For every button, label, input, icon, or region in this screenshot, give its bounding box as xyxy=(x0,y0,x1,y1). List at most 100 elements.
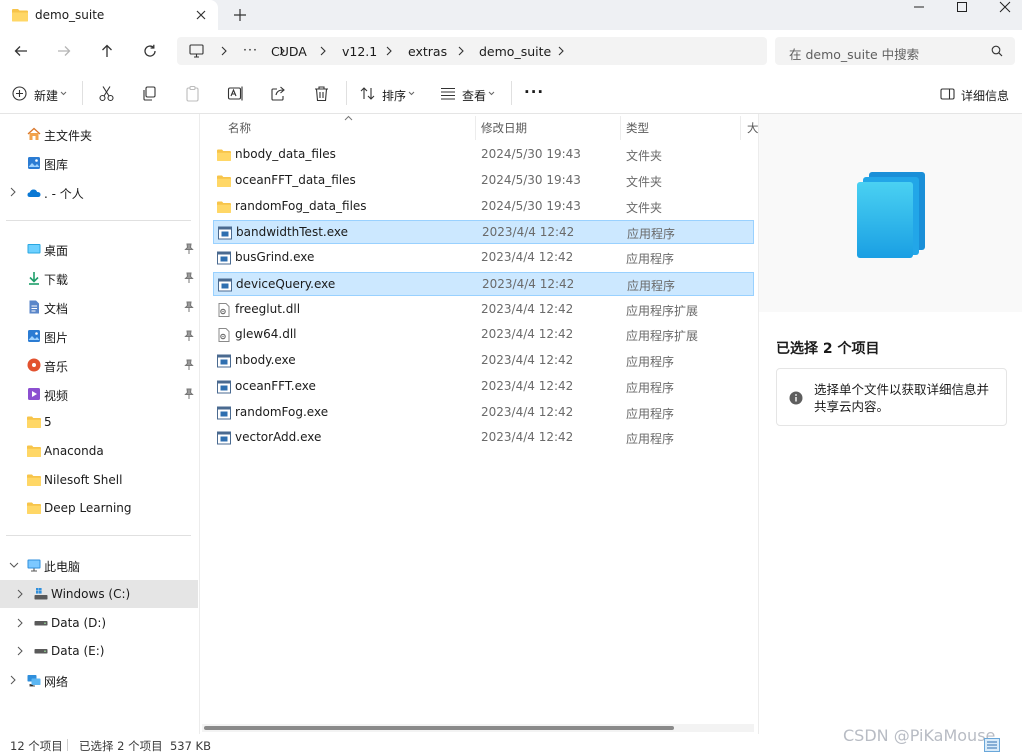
chevron-right-icon[interactable] xyxy=(16,589,24,599)
rename-icon[interactable] xyxy=(227,85,244,102)
sidebar-item-pictures[interactable]: 图片 xyxy=(0,322,198,350)
sidebar-item-desktop[interactable]: 桌面 xyxy=(0,235,198,263)
column-divider[interactable] xyxy=(620,116,621,140)
chevron-right-icon xyxy=(458,46,464,56)
file-row[interactable]: oceanFFT_data_files 2024/5/30 19:43 文件夹 xyxy=(213,169,754,193)
details-view-icon[interactable] xyxy=(984,738,1000,752)
chevron-right-icon[interactable] xyxy=(16,618,24,628)
file-row[interactable]: bandwidthTest.exe 2023/4/4 12:42 应用程序 xyxy=(213,220,754,244)
close-window-icon[interactable] xyxy=(988,0,1022,14)
monitor-icon xyxy=(189,44,204,58)
breadcrumb-overflow[interactable]: ··· xyxy=(243,42,258,57)
file-type: 应用程序 xyxy=(626,252,675,266)
maximize-icon[interactable] xyxy=(945,0,979,14)
file-row[interactable]: busGrind.exe 2023/4/4 12:42 应用程序 xyxy=(213,246,754,270)
chevron-right-icon xyxy=(386,46,392,56)
pin-icon[interactable] xyxy=(184,272,194,284)
pin-icon[interactable] xyxy=(184,301,194,313)
view-button[interactable]: 查看 xyxy=(436,78,502,108)
details-pane-button[interactable]: 详细信息 xyxy=(936,78,1016,108)
chevron-right-icon[interactable] xyxy=(557,46,565,56)
scrollbar-thumb[interactable] xyxy=(204,726,674,730)
file-row[interactable]: freeglut.dll 2023/4/4 12:42 应用程序扩展 xyxy=(213,298,754,322)
file-row[interactable]: randomFog.exe 2023/4/4 12:42 应用程序 xyxy=(213,401,754,425)
sidebar-item-network[interactable]: 网络 xyxy=(0,666,198,694)
horizontal-scrollbar[interactable] xyxy=(202,724,754,732)
new-tab-icon[interactable] xyxy=(232,7,248,23)
sidebar-item-anaconda[interactable]: Anaconda xyxy=(0,437,198,465)
column-divider[interactable] xyxy=(740,116,741,140)
sidebar-item-documents[interactable]: 文档 xyxy=(0,293,198,321)
column-header-date[interactable]: 修改日期 xyxy=(481,120,527,136)
chevron-right-icon[interactable] xyxy=(9,187,17,197)
pin-icon[interactable] xyxy=(184,330,194,342)
sidebar-item-label: Deep Learning xyxy=(44,501,132,515)
pin-icon[interactable] xyxy=(184,359,194,371)
sidebar-item-drive-c[interactable]: Windows (C:) xyxy=(0,580,198,608)
selection-title: 已选择 2 个项目 xyxy=(776,341,880,357)
chevron-right-icon[interactable] xyxy=(9,675,17,685)
chevron-right-icon[interactable] xyxy=(16,646,24,656)
more-options-button[interactable]: ··· xyxy=(524,83,544,101)
file-date: 2024/5/30 19:43 xyxy=(481,173,581,187)
file-type: 文件夹 xyxy=(626,175,663,189)
file-row[interactable]: glew64.dll 2023/4/4 12:42 应用程序扩展 xyxy=(213,323,754,347)
column-divider[interactable] xyxy=(475,116,476,140)
close-tab-icon[interactable] xyxy=(194,8,208,22)
back-icon[interactable] xyxy=(13,43,29,59)
file-row[interactable]: oceanFFT.exe 2023/4/4 12:42 应用程序 xyxy=(213,375,754,399)
column-header-type[interactable]: 类型 xyxy=(626,120,649,136)
sidebar-item-this-pc[interactable]: 此电脑 xyxy=(0,551,198,579)
sidebar-item-drive-e[interactable]: Data (E:) xyxy=(0,637,198,665)
sidebar-item-deep-learning[interactable]: Deep Learning xyxy=(0,494,198,522)
breadcrumb-demo-suite[interactable]: demo_suite xyxy=(479,44,551,59)
copy-icon[interactable] xyxy=(141,85,158,102)
pin-icon[interactable] xyxy=(184,243,194,255)
breadcrumb-v12-1[interactable]: v12.1 xyxy=(342,44,377,59)
breadcrumb-extras[interactable]: extras xyxy=(408,44,447,59)
sidebar-item-gallery[interactable]: 图库 xyxy=(0,149,198,177)
file-row[interactable]: deviceQuery.exe 2023/4/4 12:42 应用程序 xyxy=(213,272,754,296)
sidebar-item-music[interactable]: 音乐 xyxy=(0,351,198,379)
file-date: 2023/4/4 12:42 xyxy=(481,430,574,444)
sidebar-item-drive-d[interactable]: Data (D:) xyxy=(0,609,198,637)
sidebar-item-folder-5[interactable]: 5 xyxy=(0,408,198,436)
desktop-icon xyxy=(27,244,41,254)
paste-icon[interactable] xyxy=(184,85,201,102)
network-icon xyxy=(27,675,41,687)
chevron-down-icon[interactable] xyxy=(9,561,19,569)
address-bar[interactable]: ··· CUDA v12.1 extras demo_suite xyxy=(177,37,767,65)
sidebar-item-downloads[interactable]: 下载 xyxy=(0,264,198,292)
share-icon[interactable] xyxy=(270,85,287,102)
file-row[interactable]: nbody_data_files 2024/5/30 19:43 文件夹 xyxy=(213,143,754,167)
up-icon[interactable] xyxy=(99,43,115,59)
file-date: 2023/4/4 12:42 xyxy=(481,302,574,316)
column-header-name[interactable]: 名称 xyxy=(228,120,251,136)
file-type: 应用程序扩展 xyxy=(626,329,699,343)
file-name: vectorAdd.exe xyxy=(235,430,322,444)
cut-icon[interactable] xyxy=(98,85,115,102)
toolbar-divider xyxy=(346,81,347,105)
folder-icon xyxy=(217,149,231,161)
column-header-size[interactable]: 大 xyxy=(747,120,759,136)
delete-icon[interactable] xyxy=(313,85,330,102)
sidebar-item-videos[interactable]: 视频 xyxy=(0,380,198,408)
search-box[interactable]: 在 demo_suite 中搜索 xyxy=(775,37,1015,65)
tab-demo-suite[interactable]: demo_suite xyxy=(0,0,218,30)
sidebar-item-onedrive[interactable]: . - 个人 xyxy=(0,178,198,206)
pin-icon[interactable] xyxy=(184,388,194,400)
minimize-icon[interactable] xyxy=(902,0,936,14)
file-row[interactable]: randomFog_data_files 2024/5/30 19:43 文件夹 xyxy=(213,195,754,219)
music-icon xyxy=(27,358,41,372)
forward-icon[interactable] xyxy=(56,43,72,59)
file-row[interactable]: vectorAdd.exe 2023/4/4 12:42 应用程序 xyxy=(213,426,754,450)
refresh-icon[interactable] xyxy=(142,43,158,59)
dll-file-icon xyxy=(218,328,230,342)
sidebar-item-label: 5 xyxy=(44,415,52,429)
file-row[interactable]: nbody.exe 2023/4/4 12:42 应用程序 xyxy=(213,349,754,373)
sidebar-item-home[interactable]: 主文件夹 xyxy=(0,120,198,148)
sidebar-item-nilesoft-shell[interactable]: Nilesoft Shell xyxy=(0,466,198,494)
sort-button[interactable]: 排序 xyxy=(356,78,422,108)
breadcrumb-cuda[interactable]: CUDA xyxy=(271,44,307,59)
new-button[interactable]: 新建 xyxy=(8,78,72,108)
